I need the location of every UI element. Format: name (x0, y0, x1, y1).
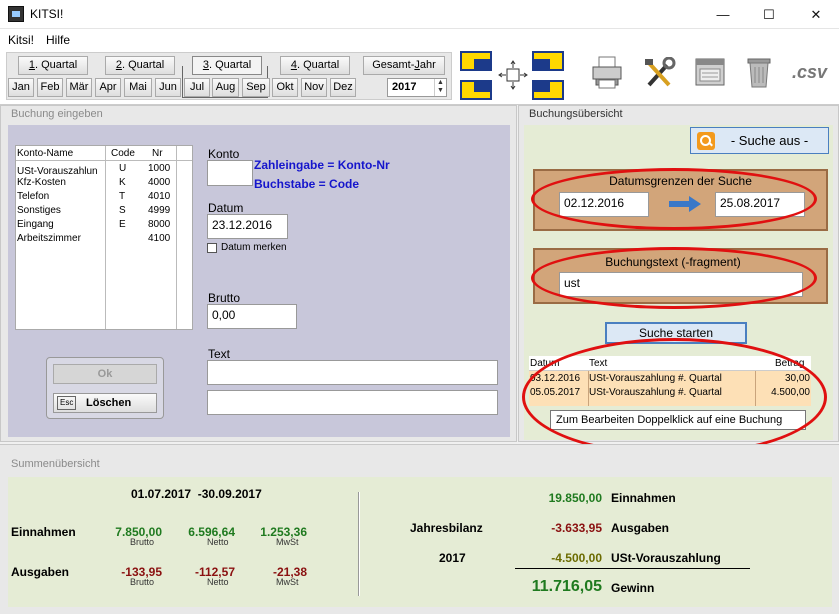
month-sep-button[interactable]: Sep (242, 78, 270, 97)
month-apr-button[interactable]: Apr (95, 78, 121, 97)
delete-button[interactable]: Esc Löschen (53, 393, 157, 413)
brutto-label: Brutto (208, 291, 241, 305)
close-button[interactable]: ✕ (793, 0, 839, 29)
datum-merken-checkbox[interactable] (207, 243, 217, 253)
einnahmen-label: Einnahmen (11, 525, 76, 539)
search-toggle-button[interactable]: - Suche aus - (690, 127, 829, 154)
bilanz-ausgaben-value: -3.633,95 (551, 521, 602, 535)
bilanz-einnahmen-value: 19.850,00 (548, 491, 602, 505)
month-mai-button[interactable]: Mai (124, 78, 152, 97)
ausgaben-label: Ausgaben (11, 565, 70, 579)
month-jul-button[interactable]: Jul (184, 78, 210, 97)
konto-label: Konto (208, 147, 240, 161)
ausgaben-netto-caption: Netto (207, 577, 229, 587)
minimize-button[interactable]: — (700, 0, 746, 29)
month-mar-button[interactable]: Mär (66, 78, 92, 97)
gesamt-jahr-button[interactable]: Gesamt-Jahr (363, 56, 445, 75)
gewinn-label: Gewinn (611, 581, 655, 595)
quarter-2-button[interactable]: 2. Quartal (105, 56, 175, 75)
search-icon (697, 132, 715, 150)
app-icon (8, 6, 24, 22)
table-row[interactable]: USt-Vorauszahlun (17, 163, 105, 177)
account-table: Konto-Name Code Nr USt-Vorauszahlun U 10… (15, 145, 193, 330)
esc-key-icon: Esc (57, 396, 77, 410)
hint-code: Buchstabe = Code (254, 177, 360, 191)
bilanz-ust-value: -4.500,00 (551, 551, 602, 565)
einnahmen-netto-caption: Netto (207, 537, 229, 547)
summary-divider (358, 492, 360, 596)
table-row[interactable]: Sonstiges (17, 205, 61, 216)
brutto-field[interactable]: 0,00 (207, 304, 297, 329)
table-row[interactable]: Kfz-Kosten (17, 177, 66, 188)
bilanz-einnahmen-label: Einnahmen (611, 491, 676, 505)
einnahmen-brutto-caption: Brutto (130, 537, 155, 547)
konto-field[interactable] (207, 160, 253, 186)
menu-hilfe[interactable]: Hilfe (46, 33, 70, 47)
year-spinner[interactable]: ▲ ▼ (434, 79, 446, 96)
arrange-icon[interactable] (498, 60, 528, 90)
menu-bar (0, 29, 839, 48)
window-title: KITSI! (30, 7, 64, 21)
print-icon[interactable] (590, 55, 624, 89)
archive-icon[interactable] (693, 55, 727, 89)
tools-icon[interactable] (643, 56, 677, 89)
summary-section-title: Summenübersicht (11, 458, 100, 470)
column-konto-name: Konto-Name (17, 148, 74, 159)
ausgaben-brutto-caption: Brutto (130, 577, 155, 587)
month-nov-button[interactable]: Nov (301, 78, 327, 97)
trash-icon[interactable] (744, 55, 774, 89)
quarter-4-button[interactable]: 4. Quartal (280, 56, 350, 75)
text-label: Text (208, 347, 231, 361)
column-nr: Nr (152, 148, 163, 159)
jahresbilanz-label: Jahresbilanz (410, 521, 483, 535)
quarter-1-button[interactable]: 1. Quartal (18, 56, 88, 75)
datum-merken-label: Datum merken (221, 242, 287, 253)
month-feb-button[interactable]: Feb (37, 78, 63, 97)
date-range-highlight (531, 168, 817, 230)
ausgaben-mwst-caption: MwSt (276, 577, 299, 587)
column-code: Code (111, 148, 135, 159)
delete-label: Löschen (86, 397, 132, 409)
period-label: 01.07.2017 -30.09.2017 (131, 487, 262, 501)
menu-kitsi[interactable]: Kitsi! (8, 33, 34, 47)
hint-konto-nr: Zahleingabe = Konto-Nr (254, 158, 390, 172)
gewinn-value: 11.716,05 (531, 578, 602, 595)
bilanz-ust-label: USt-Vorauszahlung (611, 551, 721, 565)
results-highlight (522, 338, 827, 456)
month-aug-button[interactable]: Aug (212, 78, 239, 97)
layout-top-right-icon[interactable] (532, 51, 564, 71)
maximize-button[interactable]: ☐ (746, 0, 792, 29)
layout-bottom-left-icon[interactable] (460, 80, 492, 100)
text-search-highlight (531, 247, 817, 309)
datum-field[interactable]: 23.12.2016 (207, 214, 288, 239)
month-jan-button[interactable]: Jan (8, 78, 34, 97)
text-field-1[interactable] (207, 360, 498, 385)
bilanz-sum-line (515, 568, 750, 569)
layout-top-left-icon[interactable] (460, 51, 492, 71)
layout-bottom-right-icon[interactable] (532, 80, 564, 100)
entry-section-title: Buchung eingeben (11, 108, 103, 120)
table-row[interactable]: Telefon (17, 191, 49, 202)
month-jun-button[interactable]: Jun (155, 78, 181, 97)
table-row[interactable]: Eingang (17, 219, 54, 230)
csv-export-button[interactable]: .csv (792, 62, 827, 83)
ok-button[interactable]: Ok (53, 364, 157, 384)
table-row[interactable]: Arbeitszimmer (17, 233, 81, 244)
einnahmen-mwst-caption: MwSt (276, 537, 299, 547)
bilanz-ausgaben-label: Ausgaben (611, 521, 670, 535)
overview-section-title: Buchungsübersicht (529, 108, 623, 120)
jahresbilanz-year: 2017 (439, 551, 466, 565)
month-okt-button[interactable]: Okt (272, 78, 298, 97)
text-field-2[interactable] (207, 390, 498, 415)
month-dez-button[interactable]: Dez (330, 78, 356, 97)
datum-label: Datum (208, 201, 244, 215)
